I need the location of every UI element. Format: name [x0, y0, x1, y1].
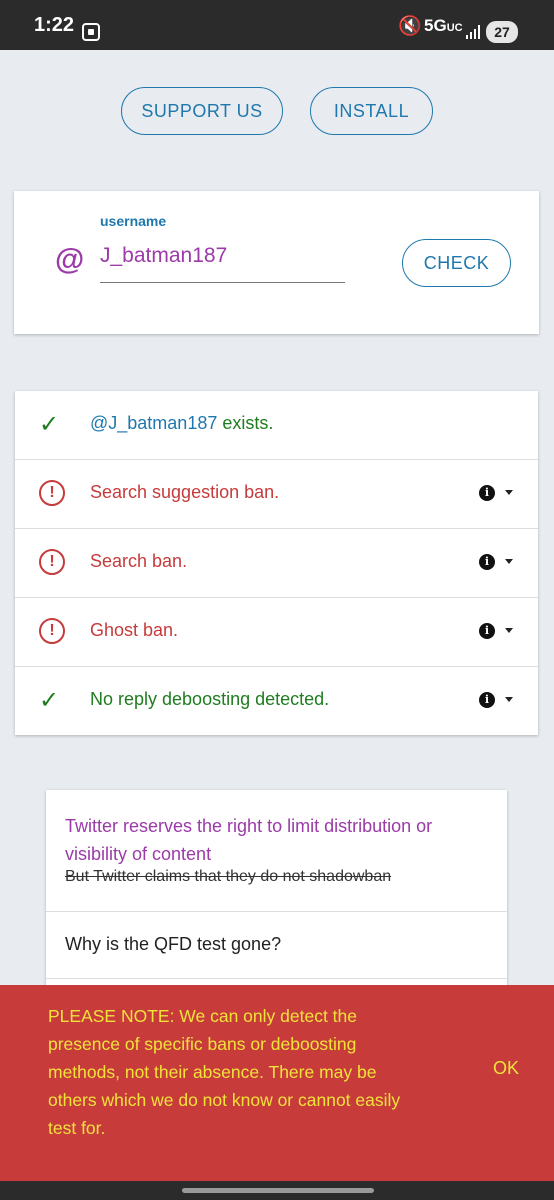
- mute-icon: 🔇: [398, 16, 422, 37]
- info-icon[interactable]: i: [479, 485, 495, 501]
- result-handle: @J_batman187: [90, 413, 218, 433]
- chevron-down-icon[interactable]: [505, 697, 513, 702]
- alert-icon: !: [39, 618, 65, 644]
- check-icon: ✓: [39, 411, 60, 438]
- check-button[interactable]: CHECK: [402, 239, 511, 287]
- status-bar: 1:22 🔇 5GUC 27: [0, 0, 554, 50]
- result-label: Ghost ban.: [90, 620, 179, 640]
- info-icon[interactable]: i: [479, 692, 495, 708]
- result-row-reply-deboosting[interactable]: ✓ No reply deboosting detected. i: [15, 666, 538, 734]
- install-button[interactable]: INSTALL: [310, 87, 433, 135]
- divider: [46, 911, 507, 912]
- result-label: Search suggestion ban.: [90, 482, 280, 502]
- result-row-search-suggestion-ban[interactable]: ! Search suggestion ban. i: [15, 459, 538, 527]
- ok-button[interactable]: OK: [493, 1058, 519, 1079]
- result-label: No reply deboosting detected.: [90, 689, 330, 709]
- navigation-bar: [0, 1181, 554, 1200]
- status-time: 1:22: [34, 14, 75, 36]
- faq-item-title[interactable]: Twitter reserves the right to limit dist…: [65, 812, 485, 868]
- result-exists-suffix: exists.: [217, 413, 274, 433]
- result-row-ghost-ban[interactable]: ! Ghost ban. i: [15, 597, 538, 665]
- network-subtype: UC: [446, 22, 463, 34]
- faq-item-title[interactable]: Why is the QFD test gone?: [65, 934, 281, 955]
- alert-icon: !: [39, 480, 65, 506]
- info-icon[interactable]: i: [479, 554, 495, 570]
- username-label: username: [100, 213, 167, 229]
- result-exists-text: @J_batman187 exists.: [90, 413, 273, 434]
- result-row-exists: ✓ @J_batman187 exists.: [15, 391, 538, 459]
- username-input[interactable]: J_batman187: [100, 244, 345, 283]
- faq-item-subtitle: But Twitter claims that they do not shad…: [65, 868, 392, 885]
- support-us-button[interactable]: SUPPORT US: [121, 87, 283, 135]
- screenshot-icon: [82, 23, 100, 41]
- result-label: Search ban.: [90, 551, 188, 571]
- chevron-down-icon[interactable]: [505, 559, 513, 564]
- chevron-down-icon[interactable]: [505, 490, 513, 495]
- result-row-search-ban[interactable]: ! Search ban. i: [15, 528, 538, 596]
- signal-icon: [466, 23, 482, 39]
- info-icon[interactable]: i: [479, 623, 495, 639]
- network-indicator: 5GUC: [424, 16, 463, 36]
- divider: [46, 978, 507, 979]
- battery-indicator: 27: [486, 21, 518, 43]
- chevron-down-icon[interactable]: [505, 628, 513, 633]
- network-type: 5G: [424, 16, 447, 35]
- check-icon: ✓: [39, 687, 60, 714]
- notice-message: PLEASE NOTE: We can only detect the pres…: [48, 1006, 401, 1138]
- at-icon: @: [55, 243, 85, 276]
- notice-banner: PLEASE NOTE: We can only detect the pres…: [0, 985, 554, 1181]
- home-gesture-handle[interactable]: [182, 1188, 374, 1193]
- alert-icon: !: [39, 549, 65, 575]
